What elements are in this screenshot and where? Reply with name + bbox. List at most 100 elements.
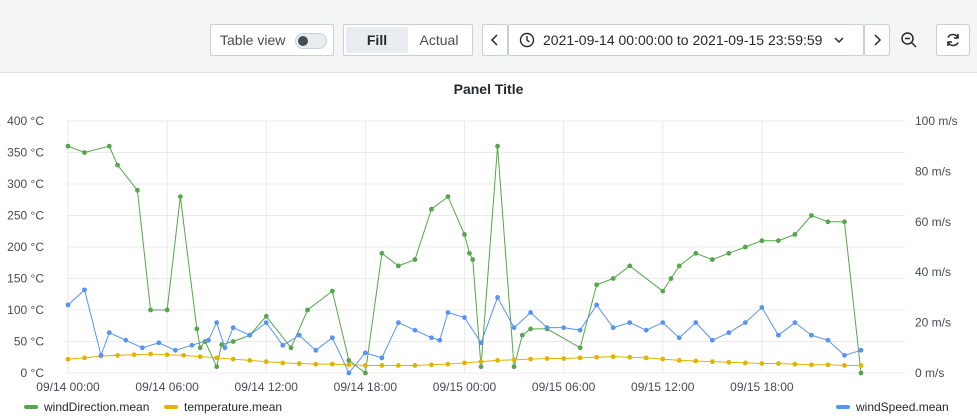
data-point — [825, 219, 831, 225]
legend-label: windSpeed.mean — [856, 400, 949, 414]
data-point — [429, 335, 434, 341]
data-point — [98, 352, 104, 358]
data-point — [792, 361, 798, 367]
data-point — [396, 263, 401, 269]
legend-item-winddirection[interactable]: windDirection.mean — [24, 400, 149, 414]
table-view-toggle-button[interactable]: Table view — [210, 24, 334, 56]
data-point — [280, 342, 286, 348]
data-point — [247, 358, 253, 363]
data-point — [825, 337, 831, 343]
data-point — [429, 206, 434, 212]
data-point — [148, 307, 154, 313]
data-point — [346, 370, 352, 376]
time-range-text: 2021-09-14 00:00:00 to 2021-09-15 23:59:… — [543, 32, 823, 48]
y-right-tick-label: 20 m/s — [915, 316, 951, 330]
data-point — [214, 355, 220, 361]
data-point — [660, 288, 666, 294]
y-right-tick-label: 100 m/s — [915, 114, 958, 128]
data-point — [445, 361, 451, 367]
data-point — [709, 257, 715, 262]
time-range-picker[interactable]: 2021-09-14 00:00:00 to 2021-09-15 23:59:… — [508, 24, 864, 56]
data-point — [263, 359, 269, 365]
data-point — [577, 345, 583, 351]
legend-item-windspeed[interactable]: windSpeed.mean — [836, 400, 949, 414]
legend-label: windDirection.mean — [44, 400, 150, 414]
x-tick-label: 09/15 12:00 — [631, 380, 695, 394]
data-point — [139, 345, 145, 351]
data-point — [809, 362, 814, 368]
refresh-icon — [947, 33, 959, 47]
y-right-tick-label: 60 m/s — [915, 215, 951, 229]
data-point — [676, 358, 682, 363]
data-point — [379, 355, 385, 361]
legend-label: temperature.mean — [184, 400, 283, 414]
legend-item-temperature[interactable]: temperature.mean — [164, 400, 282, 414]
data-point — [313, 361, 319, 367]
data-point — [742, 320, 748, 325]
data-point — [594, 354, 600, 360]
y-right-tick-label: 80 m/s — [915, 164, 951, 178]
data-point — [396, 320, 401, 325]
fill-option[interactable]: Fill — [346, 27, 408, 53]
data-point — [396, 363, 401, 368]
data-point — [148, 351, 154, 357]
table-view-switch[interactable] — [295, 33, 327, 49]
data-point — [197, 354, 203, 360]
data-point — [726, 330, 732, 336]
data-point — [627, 320, 633, 325]
zoom-out-button[interactable] — [893, 24, 925, 56]
top-strip — [0, 0, 977, 6]
actual-option[interactable]: Actual — [408, 27, 470, 53]
time-series-chart[interactable]: 0 °C 50 °C 100 °C 150 °C 200 °C 250 °C 300 °C 3… — [0, 73, 977, 416]
data-point — [577, 355, 583, 361]
x-tick-label: 09/14 00:00 — [36, 380, 100, 394]
data-point — [362, 350, 368, 356]
time-shift-forward-button[interactable] — [864, 24, 890, 56]
clock-icon — [519, 32, 535, 48]
data-point — [643, 327, 649, 333]
data-point — [437, 337, 443, 343]
x-tick-label: 09/14 06:00 — [135, 380, 199, 394]
data-point — [329, 361, 335, 367]
data-point — [329, 288, 335, 294]
y-left-tick-label: 200 °C — [7, 240, 44, 254]
data-point — [709, 359, 715, 365]
data-point — [288, 345, 294, 351]
data-point — [668, 276, 674, 281]
data-point — [858, 347, 864, 353]
data-point — [495, 295, 500, 300]
data-point — [594, 282, 600, 288]
data-point — [123, 337, 129, 343]
data-point — [594, 302, 600, 308]
y-left-tick-label: 400 °C — [7, 114, 44, 128]
data-point — [131, 352, 137, 358]
time-shift-back-button[interactable] — [482, 24, 508, 56]
graph-panel: Panel Title 0 °C 50 °C 100 °C 150 °C 200 °C 2… — [0, 72, 977, 416]
data-point — [528, 326, 533, 332]
data-point — [759, 305, 765, 310]
data-point — [511, 357, 517, 363]
data-point — [742, 360, 748, 366]
data-point — [561, 356, 567, 361]
data-point — [230, 356, 236, 362]
data-point — [280, 360, 286, 366]
data-point — [610, 276, 616, 281]
data-point — [462, 315, 467, 320]
data-point — [544, 325, 550, 331]
data-point — [65, 356, 71, 362]
refresh-button[interactable] — [936, 24, 970, 56]
data-point — [478, 359, 484, 365]
data-point — [296, 332, 302, 338]
y-left-tick-label: 0 °C — [21, 366, 45, 380]
legend-swatch — [164, 405, 178, 409]
data-point — [263, 320, 269, 325]
data-point — [809, 213, 814, 218]
data-point — [445, 194, 451, 199]
data-point — [676, 263, 682, 269]
data-point — [115, 352, 120, 358]
data-point — [230, 339, 236, 344]
data-point — [462, 360, 467, 366]
data-point — [429, 362, 434, 368]
data-point — [759, 361, 765, 366]
data-point — [643, 355, 649, 361]
